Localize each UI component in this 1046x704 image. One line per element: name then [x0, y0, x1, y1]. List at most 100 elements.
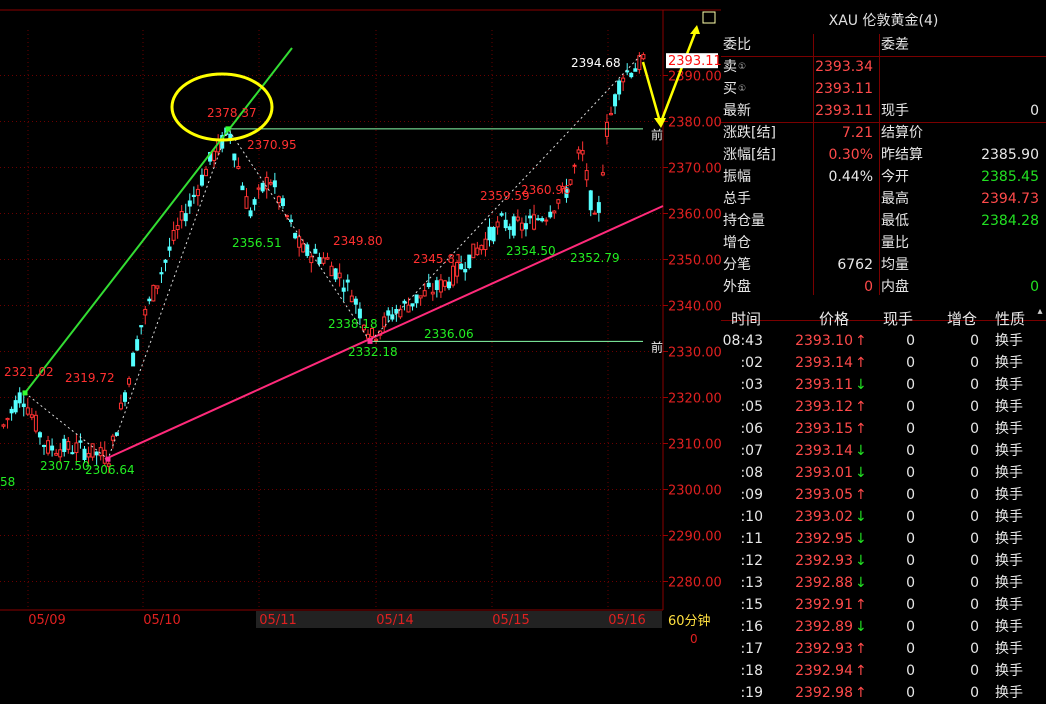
candle-body	[572, 164, 577, 167]
quote-value: 0	[1030, 279, 1039, 295]
tick-type: 换手	[995, 663, 1023, 679]
candle-body	[272, 180, 277, 188]
tick-column-header: 增仓	[947, 310, 978, 328]
quote-label: 今开	[881, 169, 909, 185]
anchor-point	[225, 126, 231, 132]
scroll-up-icon[interactable]: ▴	[1034, 305, 1046, 319]
tick-direction-icon: ↑	[855, 421, 867, 437]
candle-body	[540, 218, 545, 222]
tick-time: :17	[740, 641, 763, 657]
tick-volume: 0	[906, 597, 915, 613]
candle-body	[9, 408, 14, 414]
tick-row: :18 2392.94 ↑ 0 0 换手	[721, 660, 1046, 682]
tick-column-header: 价格	[819, 310, 850, 328]
tick-price: 2393.12	[795, 399, 853, 415]
quote-label: 持仓量	[723, 213, 765, 229]
quote-label: 结算价	[881, 125, 923, 141]
candle-body	[167, 246, 172, 251]
candle-body	[5, 417, 10, 421]
tick-volume: 0	[906, 465, 915, 481]
candle-body	[523, 223, 528, 230]
quote-row: 分笔 6762 均量	[721, 254, 1046, 276]
quote-label: 最低	[881, 213, 909, 229]
y-tick-label: 2300.00	[668, 484, 721, 499]
candle-body	[94, 451, 99, 456]
uptrend-line	[24, 47, 293, 394]
quote-row: 总手 最高 2394.73	[721, 188, 1046, 210]
tick-open-interest: 0	[970, 575, 979, 591]
candle-body	[629, 72, 634, 78]
tick-direction-icon: ↑	[855, 487, 867, 503]
candle-body	[483, 238, 488, 251]
quote-value: 2394.73	[981, 191, 1039, 207]
expand-icon[interactable]	[702, 11, 716, 24]
candle-body	[29, 414, 34, 418]
quote-label: 增仓	[723, 235, 751, 251]
candle-body	[426, 282, 431, 288]
candle-body	[349, 295, 354, 303]
candle-body	[374, 338, 379, 341]
tick-type: 换手	[995, 487, 1023, 503]
candle-body	[135, 339, 140, 351]
tick-price: 2392.98	[795, 685, 853, 701]
tick-direction-icon: ↑	[855, 663, 867, 679]
candle-body	[556, 199, 561, 204]
candle-body	[588, 190, 593, 211]
tick-open-interest: 0	[970, 465, 979, 481]
tick-type: 换手	[995, 553, 1023, 569]
tick-row: :02 2393.14 ↑ 0 0 换手	[721, 352, 1046, 374]
candle-body	[58, 449, 63, 458]
candle-body	[285, 215, 289, 218]
tick-time: :10	[740, 509, 763, 525]
period-label[interactable]: 60分钟	[668, 613, 711, 629]
candle-body	[604, 121, 609, 137]
x-tick-label: 05/11	[259, 613, 296, 628]
candle-body	[487, 226, 492, 241]
candle-body	[171, 229, 176, 241]
tick-price: 2393.05	[795, 487, 853, 503]
candle-body	[479, 244, 484, 251]
tick-type: 换手	[995, 421, 1023, 437]
quote-value: 0	[864, 279, 873, 295]
quote-value: 2385.90	[981, 147, 1039, 163]
candle-body	[333, 268, 338, 280]
kline-chart[interactable]: 2390.002380.002370.002360.002350.002340.…	[0, 0, 721, 696]
tick-direction-icon: ↑	[855, 355, 867, 371]
candle-body	[74, 442, 79, 454]
tick-header: 时间 价格 现手 增仓 性质	[721, 308, 1046, 330]
tick-price: 2393.11	[795, 377, 853, 393]
candle-body	[252, 199, 257, 205]
arrow-down-line	[641, 61, 662, 123]
candle-body	[37, 432, 42, 438]
tick-direction-icon: ↑	[855, 641, 867, 657]
tick-row: :06 2393.15 ↑ 0 0 换手	[721, 418, 1046, 440]
candle-body	[260, 182, 265, 192]
tick-time: :19	[740, 685, 763, 701]
tick-volume: 0	[906, 487, 915, 503]
tick-open-interest: 0	[970, 487, 979, 503]
candle-body	[548, 211, 553, 218]
quote-value: 2385.45	[981, 169, 1039, 185]
tick-direction-icon: ↓	[855, 465, 867, 481]
tick-open-interest: 0	[970, 597, 979, 613]
quote-row: 增仓 量比	[721, 232, 1046, 254]
quote-value: 6762	[837, 257, 873, 273]
tick-price: 2393.10	[795, 333, 853, 349]
candle-body	[596, 202, 601, 213]
price-annotation: 2356.51	[232, 236, 282, 250]
candle-body	[276, 196, 281, 204]
candle-body	[232, 153, 237, 161]
tick-time: :18	[740, 663, 763, 679]
quote-separator	[721, 56, 1046, 57]
quote-row: 买 ① 2393.11	[721, 78, 1046, 100]
tick-volume: 0	[906, 399, 915, 415]
candle-body	[467, 254, 472, 269]
line-end-marker: 前	[651, 127, 663, 142]
candle-body	[139, 325, 144, 328]
candle-body	[418, 295, 423, 299]
tick-price: 2393.02	[795, 509, 853, 525]
y-tick-label: 2280.00	[668, 576, 721, 591]
quote-row: 卖 ① 2393.34	[721, 56, 1046, 78]
tick-type: 换手	[995, 355, 1023, 371]
candle-body	[410, 303, 415, 307]
